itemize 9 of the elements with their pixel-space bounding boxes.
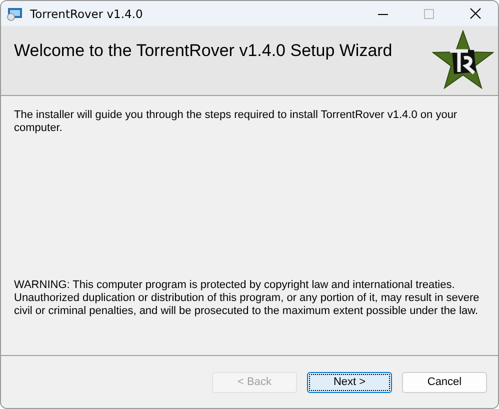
next-button[interactable]: Next >: [307, 372, 392, 392]
cancel-button[interactable]: Cancel: [402, 372, 487, 392]
wizard-heading: Welcome to the TorrentRover v1.4.0 Setup Wizard: [14, 41, 392, 61]
close-icon[interactable]: [470, 8, 480, 19]
star-logo-icon: [432, 30, 494, 92]
intro-text: The installer will guide you through the steps required to install TorrentRover v1.4.0 on your computer.: [14, 109, 458, 135]
window-title: TorrentRover v1.4.0: [30, 6, 144, 20]
copyright-warning: WARNING: This computer program is protected by copyright law and international treaties. Unauthorized duplication or distribution of this program, or any portion of it, may result in severe civil or criminal penalties, and will be prosecuted to the maximum extent possible under the law.: [14, 279, 480, 318]
installer-icon: [7, 6, 23, 20]
